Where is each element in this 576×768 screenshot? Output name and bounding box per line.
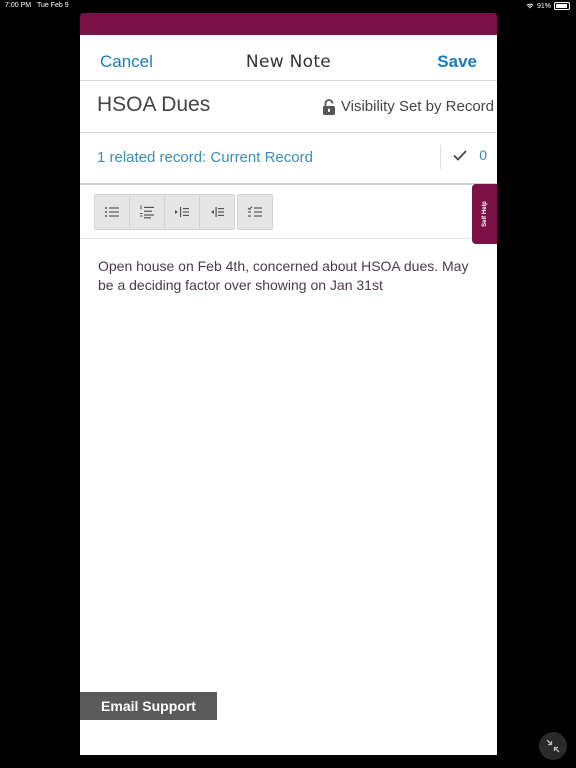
numbered-list-icon: [140, 205, 154, 219]
wifi-icon: [526, 3, 534, 9]
list-tools-group: [94, 194, 235, 230]
status-date: Tue Feb 9: [37, 2, 69, 9]
bulleted-list-icon: [105, 207, 119, 217]
checkmark-icon: [453, 149, 467, 161]
note-body-editor[interactable]: Open house on Feb 4th, concerned about H…: [98, 257, 478, 295]
checklist-icon: [247, 206, 262, 217]
status-indicators: 91%: [526, 2, 570, 10]
battery-percent: 91%: [536, 2, 551, 10]
email-support-button[interactable]: Email Support: [80, 692, 217, 720]
visibility-selector[interactable]: Visibility Set by Record: [322, 98, 494, 115]
page-title: New Note: [245, 52, 332, 72]
status-bar: 7:00 PM Tue Feb 9 91%: [0, 0, 576, 12]
save-button[interactable]: Save: [437, 52, 477, 72]
related-count-button[interactable]: 0: [453, 147, 487, 163]
checklist-button[interactable]: [238, 195, 272, 229]
modal-top-strip: [80, 13, 497, 35]
note-title-row: HSOA Dues Visibility Set by Record: [80, 81, 497, 133]
visibility-label: Visibility Set by Record: [340, 98, 494, 115]
self-help-label: Self Help: [481, 201, 488, 227]
numbered-list-button[interactable]: [130, 195, 165, 229]
related-records-link[interactable]: 1 related record: Current Record: [97, 149, 313, 166]
related-records-row: 1 related record: Current Record 0: [80, 133, 497, 185]
bulleted-list-button[interactable]: [95, 195, 130, 229]
self-help-tab[interactable]: Self Help: [472, 184, 497, 244]
collapse-button[interactable]: [539, 732, 567, 760]
status-time: 7:00 PM: [5, 2, 32, 9]
indent-decrease-icon: [211, 207, 224, 217]
lock-icon: [322, 98, 335, 115]
related-divider: [440, 145, 441, 169]
collapse-arrows-icon: [546, 739, 560, 753]
formatting-toolbar: [80, 185, 497, 239]
battery-fill: [556, 4, 567, 8]
related-count: 0: [479, 147, 487, 163]
indent-increase-icon: [175, 207, 189, 217]
indent-increase-button[interactable]: [165, 195, 200, 229]
modal-header: Cancel New Note Save: [80, 35, 497, 81]
indent-decrease-button[interactable]: [200, 195, 234, 229]
new-note-modal: Cancel New Note Save HSOA Dues Visibilit…: [80, 35, 497, 755]
note-title-input[interactable]: HSOA Dues: [97, 93, 210, 117]
checklist-tool-group: [237, 194, 273, 230]
battery-icon: [554, 2, 570, 10]
